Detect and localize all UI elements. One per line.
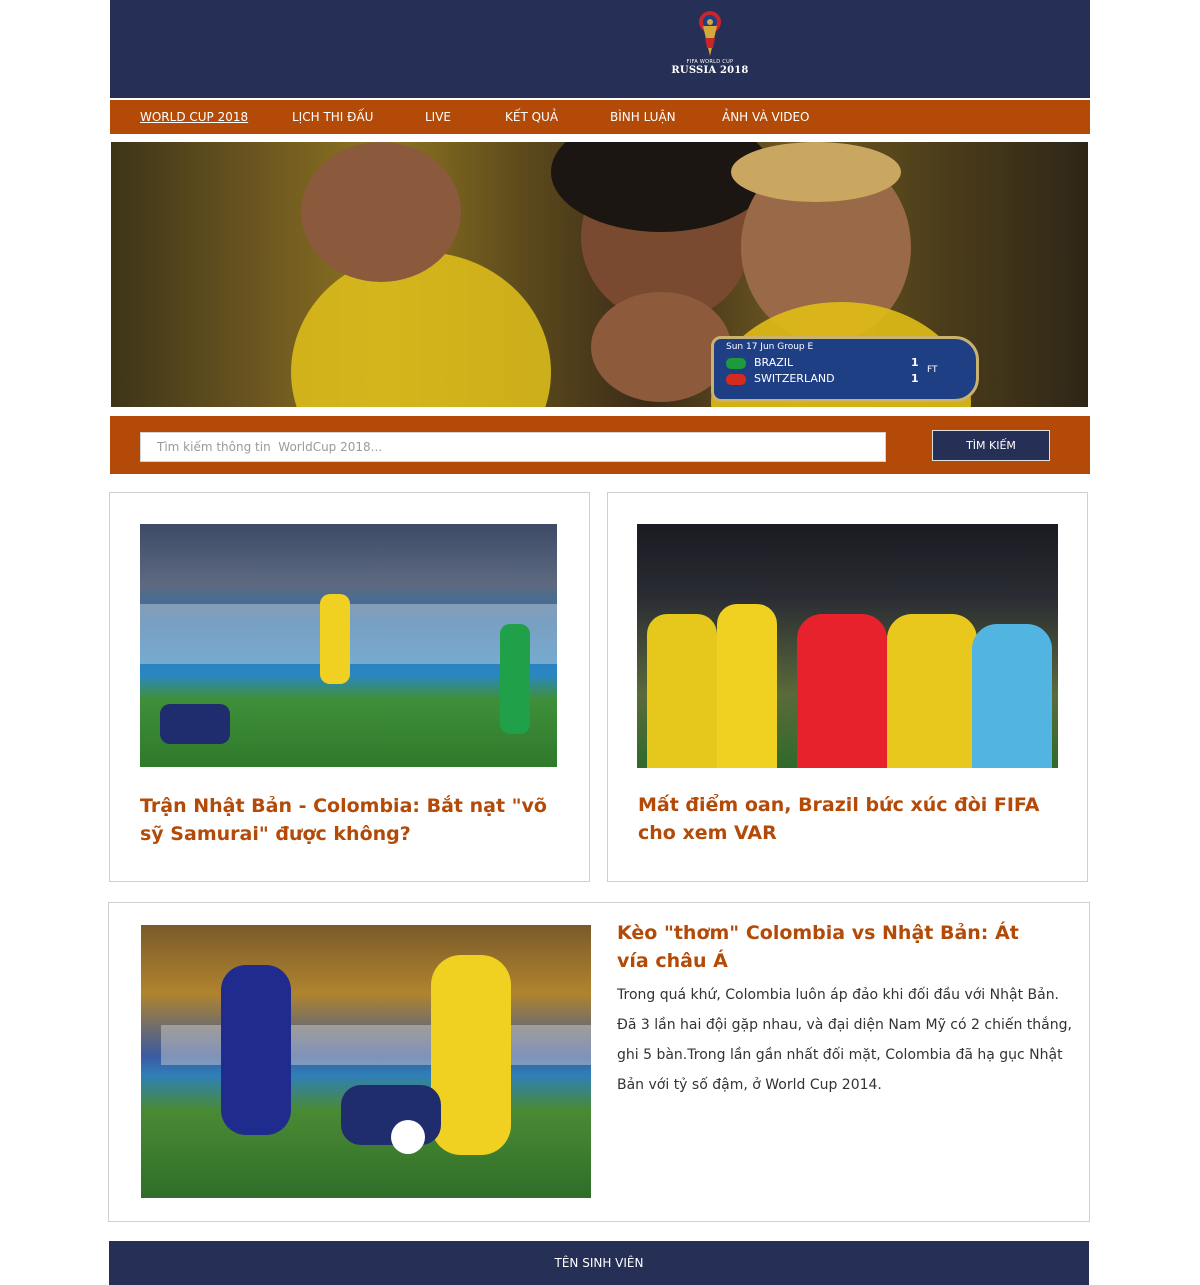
away-team: SWITZERLAND — [754, 372, 835, 385]
article-card[interactable]: Trận Nhật Bản - Colombia: Bắt nạt "võ sỹ… — [109, 492, 590, 882]
match-status: FT — [927, 365, 938, 375]
article-title[interactable]: Mất điểm oan, Brazil bức xúc đòi FIFA ch… — [638, 791, 1068, 847]
main-nav: WORLD CUP 2018 LỊCH THI ĐẤU LIVE KẾT QUẢ… — [110, 100, 1090, 134]
trophy-icon — [699, 11, 721, 56]
article-description: Trong quá khứ, Colombia luôn áp đảo khi … — [617, 987, 1072, 1093]
site-header: FIFA WORLD CUP RUSSIA 2018 — [110, 0, 1090, 98]
article-photo[interactable] — [140, 524, 557, 767]
logo-line-2: RUSSIA 2018 — [671, 65, 749, 76]
search-button[interactable]: TÌM KIẾM — [932, 430, 1050, 461]
match-meta: Sun 17 Jun Group E — [726, 342, 814, 352]
article-card[interactable]: Mất điểm oan, Brazil bức xúc đòi FIFA ch… — [607, 492, 1088, 882]
article-card-wide[interactable]: Kèo "thơm" Colombia vs Nhật Bản: Át vía … — [108, 902, 1090, 1222]
nav-item-commentary[interactable]: BÌNH LUẬN — [610, 110, 676, 124]
article-photo[interactable] — [637, 524, 1058, 768]
nav-item-schedule[interactable]: LỊCH THI ĐẤU — [292, 110, 373, 124]
nav-item-photos-videos[interactable]: ẢNH VÀ VIDEO — [722, 110, 810, 124]
scoreboard: Sun 17 Jun Group E BRAZIL 1 SWITZERLAND … — [711, 336, 979, 402]
away-score: 1 — [911, 372, 919, 385]
home-team: BRAZIL — [754, 356, 794, 369]
article-title[interactable]: Trận Nhật Bản - Colombia: Bắt nạt "võ sỹ… — [140, 792, 570, 848]
world-cup-logo[interactable]: FIFA WORLD CUP RUSSIA 2018 — [670, 8, 750, 88]
site-footer: TÊN SINH VIÊN — [109, 1241, 1089, 1285]
nav-item-results[interactable]: KẾT QUẢ — [505, 110, 558, 124]
article-title[interactable]: Kèo "thơm" Colombia vs Nhật Bản: Át vía … — [617, 919, 1057, 975]
brazil-flag-icon — [726, 358, 746, 369]
home-score: 1 — [911, 356, 919, 369]
nav-item-world-cup-2018[interactable]: WORLD CUP 2018 — [140, 110, 248, 124]
footer-text: TÊN SINH VIÊN — [554, 1256, 644, 1270]
search-input[interactable] — [140, 432, 886, 462]
hero-banner: Sun 17 Jun Group E BRAZIL 1 SWITZERLAND … — [111, 142, 1088, 407]
switzerland-flag-icon — [726, 374, 746, 385]
article-photo[interactable] — [141, 925, 591, 1198]
search-bar: TÌM KIẾM — [110, 416, 1090, 474]
nav-item-live[interactable]: LIVE — [425, 110, 451, 124]
